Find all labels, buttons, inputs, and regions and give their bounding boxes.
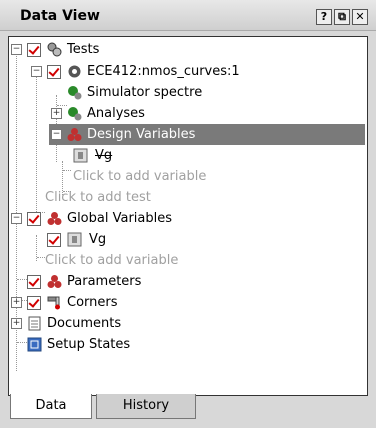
collapse-icon[interactable]: − [31,66,42,77]
expand-icon[interactable]: + [11,297,22,308]
parameters-icon [47,275,62,288]
tree-row-add-test[interactable]: Click to add test [9,187,365,208]
checkbox-global-var-vg[interactable] [47,233,61,247]
tree-label-global-variables: Global Variables [67,211,173,226]
analyses-icon [68,107,82,121]
panel-title-bar: Data View ? ⧉ ✕ [0,0,376,31]
expand-icon[interactable]: + [51,108,62,119]
tree-row-add-global-variable[interactable]: Click to add variable [9,250,365,271]
test-gear-icon [68,65,81,78]
setup-states-icon [27,337,42,352]
tests-gear-icon [47,42,62,57]
help-icon[interactable]: ? [316,9,332,25]
tree-label-simulator: Simulator spectre [87,85,203,100]
add-test-link[interactable]: Click to add test [45,187,151,208]
tab-data[interactable]: Data [10,394,92,419]
checkbox-test[interactable] [47,65,61,79]
tab-history[interactable]: History [96,394,196,419]
tree-row-global-variables[interactable]: − Global Variables [9,208,365,229]
checkbox-global-variables[interactable] [27,212,41,226]
tree-label-design-variables: Design Variables [87,127,196,142]
tree-row-simulator[interactable]: Simulator spectre [9,82,365,103]
tree-row-design-var-vg[interactable]: Vg [9,145,365,166]
tree-row-parameters[interactable]: Parameters [9,271,365,292]
tree-label-corners: Corners [67,295,118,310]
checkbox-tests[interactable] [27,43,41,57]
tree-label-tests: Tests [67,42,100,57]
tree-row-documents[interactable]: + Documents [9,313,365,334]
tree-label-documents: Documents [47,316,122,331]
tree-row-corners[interactable]: + Corners [9,292,365,313]
tree-row-add-variable[interactable]: Click to add variable [9,166,365,187]
panel-title: Data View [20,8,100,24]
tree-row-test[interactable]: − ECE412:nmos_curves:1 [9,61,365,82]
checkbox-corners[interactable] [27,296,41,310]
checkbox-parameters[interactable] [27,275,41,289]
tab-bar: Data History [8,394,366,420]
tree-label-setup-states: Setup States [47,337,131,352]
tree-row-design-variables[interactable]: − Design Variables [49,124,365,145]
tree-label-test-name: ECE412:nmos_curves:1 [87,64,240,79]
variable-icon [73,148,88,163]
design-variables-icon [67,128,82,141]
documents-icon [28,316,41,331]
data-view-tree[interactable]: − Tests − ECE412:nmos_curves:1 Simulator… [8,36,368,396]
corners-thermometer-icon [47,296,60,310]
tree-label-design-var-vg: Vg [95,148,113,163]
tree-label-analyses: Analyses [87,106,145,121]
collapse-icon[interactable]: − [11,213,22,224]
collapse-icon[interactable]: − [11,44,22,55]
add-global-variable-link[interactable]: Click to add variable [45,250,178,271]
tree-label-parameters: Parameters [67,274,142,289]
expand-icon[interactable]: + [11,318,22,329]
global-variables-icon [47,212,62,225]
tree-row-tests[interactable]: − Tests [9,39,365,60]
variable-icon [67,232,82,247]
tree-row-global-var-vg[interactable]: Vg [9,229,365,250]
tree-label-global-var-vg: Vg [89,232,107,247]
close-icon[interactable]: ✕ [352,9,368,25]
add-variable-link[interactable]: Click to add variable [73,166,206,187]
float-window-icon[interactable]: ⧉ [334,9,350,25]
collapse-icon[interactable]: − [51,129,62,140]
tree-row-setup-states[interactable]: Setup States [9,334,365,355]
tree-row-analyses[interactable]: + Analyses [9,103,365,124]
simulator-icon [68,86,82,100]
